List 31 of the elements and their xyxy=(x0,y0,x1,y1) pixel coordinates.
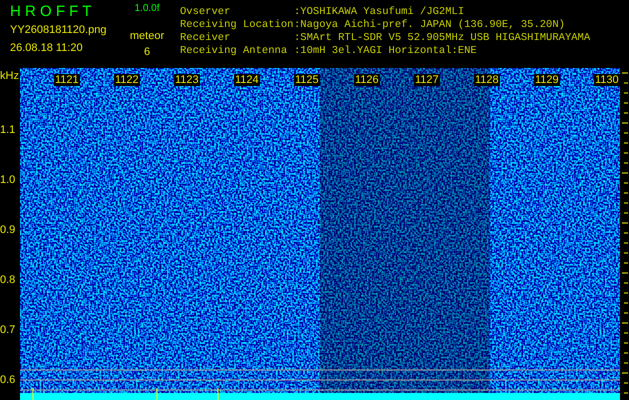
x-axis-label: 1128 xyxy=(474,74,500,86)
x-axis-label: 1123 xyxy=(174,74,200,86)
info-value: :YOSHIKAWA Yasufumi /JG2MLI xyxy=(294,6,464,19)
detection-label: meteor xyxy=(130,29,164,43)
x-axis-label: 1121 xyxy=(54,74,80,86)
info-label: Receiver xyxy=(180,32,232,45)
info-label: Ovserver xyxy=(180,6,232,19)
axis-unit: kHz xyxy=(0,70,19,82)
y-axis-label: 0.7 xyxy=(0,324,16,336)
info-value: :Nagoya Aichi-pref. JAPAN (136.90E, 35.20N) xyxy=(294,19,565,32)
x-axis-label: 1122 xyxy=(114,74,140,86)
info-value: :SMArt RTL-SDR V5 52.905MHz USB HIGASHIMURAYAMA xyxy=(294,32,590,45)
filename: YY2608181120.png xyxy=(10,23,108,37)
y-axis-label: 0.8 xyxy=(0,274,16,286)
y-axis-label: 0.6 xyxy=(0,374,16,386)
x-axis-label: 1125 xyxy=(294,74,320,86)
timestamp: 26.08.18 11:20 xyxy=(10,41,84,55)
x-axis-label: 1129 xyxy=(534,74,560,86)
y-axis-label: 0.9 xyxy=(0,224,16,236)
x-axis-label: 1124 xyxy=(234,74,260,86)
info-label: Receiving Antenna xyxy=(180,45,288,58)
x-axis-label: 1127 xyxy=(414,74,440,86)
x-axis-label: 1126 xyxy=(354,74,380,86)
version-label: 1.0.0f xyxy=(134,3,160,15)
y-axis-label: 1.1 xyxy=(0,124,16,136)
app-title: H R O F F T xyxy=(10,3,92,21)
detection-count: 6 xyxy=(144,45,150,59)
info-value: :10mH 3el.YAGI Horizontal:ENE xyxy=(294,45,477,58)
y-axis-label: 1.0 xyxy=(0,174,16,186)
x-axis-label: 1130 xyxy=(594,74,620,86)
info-label: Receiving Location xyxy=(180,19,294,32)
